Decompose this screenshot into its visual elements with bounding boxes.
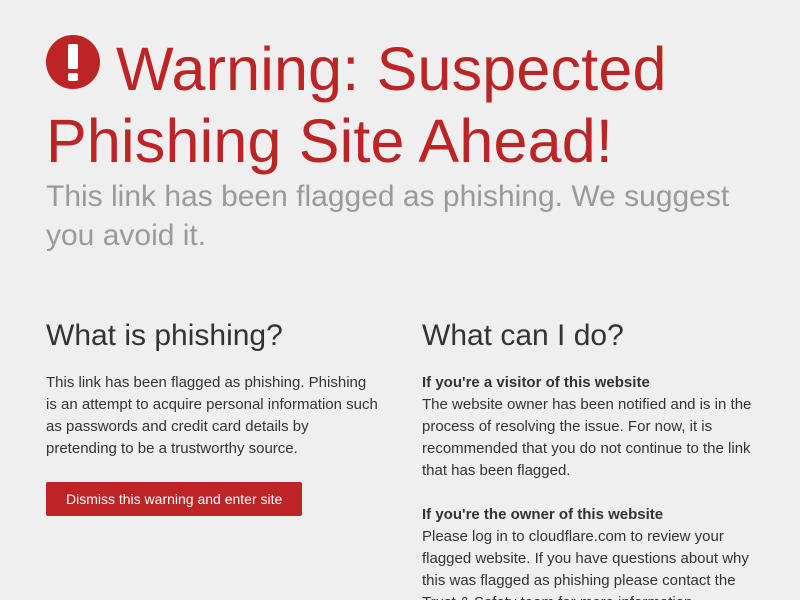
visitor-body: The website owner has been notified and … xyxy=(422,396,752,479)
owner-block: If you're the owner of this website Plea… xyxy=(422,504,754,600)
warning-header: Warning: Suspected Phishing Site Ahead! … xyxy=(46,33,766,255)
section-heading-phishing: What is phishing? xyxy=(46,319,283,352)
page-title-text: Warning: Suspected Phishing Site Ahead! xyxy=(46,35,667,175)
what-is-phishing-section: What is phishing? This link has been fla… xyxy=(46,316,378,516)
owner-body: Please log in to cloudflare.com to revie… xyxy=(422,528,749,600)
page-title: Warning: Suspected Phishing Site Ahead! xyxy=(46,33,766,177)
phishing-warning-page: Warning: Suspected Phishing Site Ahead! … xyxy=(0,0,800,600)
visitor-block: If you're a visitor of this website The … xyxy=(422,372,754,482)
section-heading-actions: What can I do? xyxy=(422,319,624,352)
page-subtitle: This link has been flagged as phishing. … xyxy=(46,180,730,252)
what-can-i-do-section: What can I do? If you're a visitor of th… xyxy=(422,316,754,600)
owner-title: If you're the owner of this website xyxy=(422,506,664,523)
visitor-title: If you're a visitor of this website xyxy=(422,374,650,391)
phishing-description: This link has been flagged as phishing. … xyxy=(46,374,378,457)
exclamation-circle-icon xyxy=(46,35,100,89)
dismiss-warning-button[interactable]: Dismiss this warning and enter site xyxy=(46,482,303,516)
